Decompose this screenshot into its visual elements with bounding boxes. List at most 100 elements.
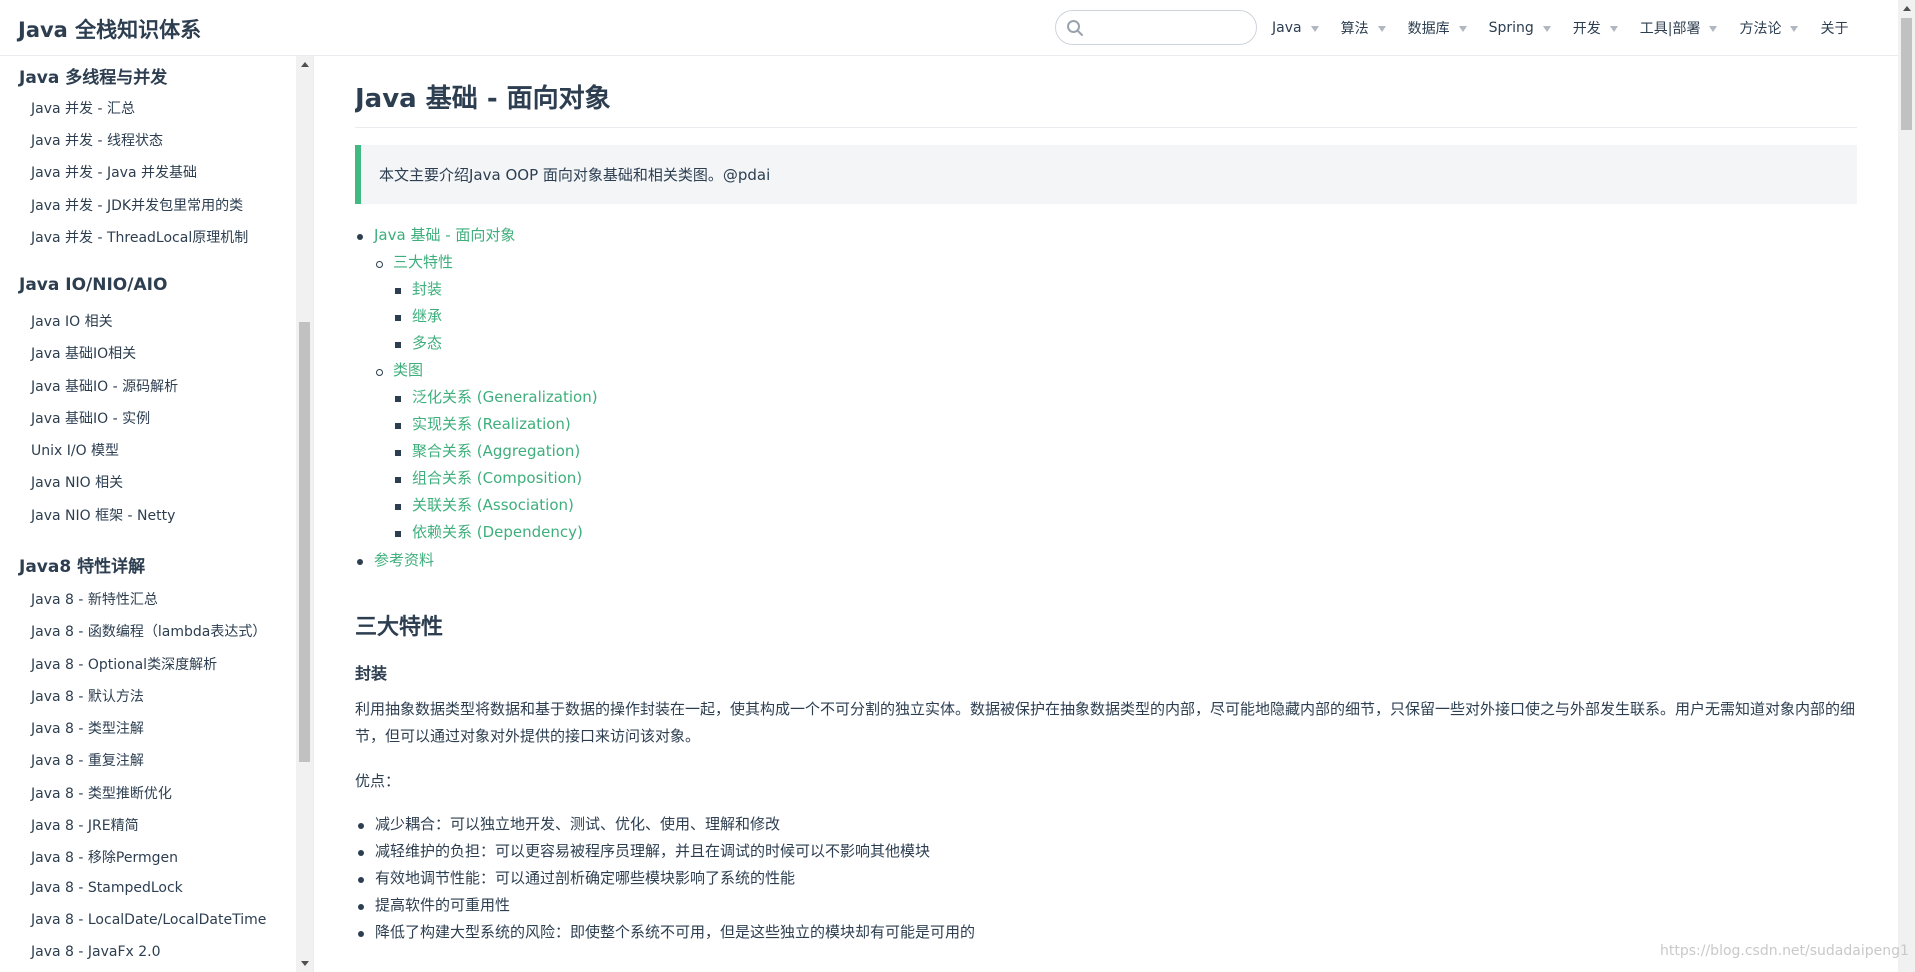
sidebar-item[interactable]: Java 8 - JavaFx 2.0 [31,944,161,960]
list-item: 有效地调节性能：可以通过剖析确定哪些模块影响了系统的性能 [375,869,796,887]
bullet-square-icon [395,396,401,402]
toc-item[interactable]: 实现关系 (Realization) [412,413,571,434]
nav-item-label: 算法 [1340,21,1369,37]
site-name[interactable]: Java 全栈知识体系 [18,14,201,44]
page-scrollbar[interactable] [1898,0,1915,972]
list-item: 减轻维护的负担：可以更容易被程序员理解，并且在调试的时候可以不影响其他模块 [375,842,931,860]
nav-item-label: 工具|部署 [1639,21,1701,37]
nav-item-label: 开发 [1572,21,1601,37]
bullet-square-icon [395,315,401,321]
sidebar-item[interactable]: Java 并发 - 线程状态 [31,130,163,150]
bullet-square-icon [395,504,401,510]
chevron-down-icon [1709,26,1718,32]
toc-item[interactable]: 泛化关系 (Generalization) [412,386,598,407]
sidebar-scrollbar-thumb[interactable] [299,322,310,762]
sidebar-item[interactable]: Java 8 - JRE精简 [31,815,139,835]
list-item: 降低了构建大型系统的风险：即使整个系统不可用，但是这些独立的模块却有可能是可用的 [375,923,976,941]
bullet-disc-icon [358,877,364,883]
sidebar-group-title[interactable]: Java 多线程与并发 [19,63,167,88]
bullet-disc-icon [357,234,363,240]
paragraph: 利用抽象数据类型将数据和基于数据的操作封装在一起，使其构成一个不可分割的独立实体… [355,700,1856,745]
bullet-disc-icon [358,850,364,856]
toc-item[interactable]: Java 基础 - 面向对象 [374,224,515,245]
tip-block: 本文主要介绍Java OOP 面向对象基础和相关类图。@pdai [355,145,1857,204]
chevron-down-icon [1609,26,1618,32]
search-input[interactable] [1090,16,1250,40]
top-navbar: Java 全栈知识体系 Java 算法 数据库 Spring 开发 工具|部署 … [0,0,1915,56]
scroll-up-arrow-icon[interactable] [301,62,309,67]
sidebar-group-title[interactable]: Java8 特性详解 [19,552,145,577]
nav-item-label: Spring [1488,20,1534,36]
toc-item[interactable]: 依赖关系 (Dependency) [412,521,583,542]
toc-item[interactable]: 聚合关系 (Aggregation) [412,440,580,461]
sidebar-item[interactable]: Java 基础IO - 实例 [31,408,150,428]
bullet-square-icon [395,531,401,537]
sidebar-item[interactable]: Java 8 - 类型注解 [31,718,144,738]
sidebar-item[interactable]: Java 8 - LocalDate/LocalDateTime [31,912,266,928]
sidebar-item[interactable]: Java 8 - Optional类深度解析 [31,654,217,674]
bullet-disc-icon [358,904,364,910]
bullet-square-icon [395,450,401,456]
sidebar-item[interactable]: Java IO 相关 [31,311,113,331]
nav-item-about[interactable]: 关于 [1820,18,1848,38]
sidebar-item[interactable]: Java 并发 - 汇总 [31,98,135,118]
nav-item-label: 方法论 [1739,21,1782,37]
nav-item-label: 关于 [1820,21,1849,37]
toc-item[interactable]: 类图 [393,359,423,380]
list-item: 减少耦合：可以独立地开发、测试、优化、使用、理解和修改 [375,815,781,833]
sidebar-group-title[interactable]: Java IO/NIO/AIO [19,275,167,295]
nav-item-java[interactable]: Java [1272,20,1319,36]
toc-item[interactable]: 参考资料 [374,549,434,570]
bullet-square-icon [395,477,401,483]
sidebar-item[interactable]: Java 基础IO - 源码解析 [31,376,178,396]
nav-item-database[interactable]: 数据库 [1408,18,1467,38]
sidebar-item[interactable]: Java NIO 相关 [31,472,123,492]
subsection-heading: 封装 [355,664,388,683]
toc-item[interactable]: 组合关系 (Composition) [412,467,582,488]
chevron-down-icon [1542,26,1551,32]
chevron-down-icon [1310,26,1319,32]
sidebar: Java 多线程与并发 Java 并发 - 汇总 Java 并发 - 线程状态 … [0,56,314,972]
nav-item-methodology[interactable]: 方法论 [1739,18,1799,38]
chevron-down-icon [1458,26,1467,32]
nav-item-spring[interactable]: Spring [1489,20,1551,36]
sidebar-item[interactable]: Java 8 - 移除Permgen [31,847,178,867]
scroll-down-arrow-icon[interactable] [301,961,309,966]
tip-text: 本文主要介绍Java OOP 面向对象基础和相关类图。@pdai [379,166,771,184]
title-divider [355,127,1857,128]
sidebar-item[interactable]: Java 8 - 重复注解 [31,750,144,770]
bullet-disc-icon [357,559,363,565]
nav-item-tools[interactable]: 工具|部署 [1640,18,1718,38]
sidebar-item[interactable]: Java 基础IO相关 [31,343,136,363]
bullet-disc-icon [358,823,364,829]
page-scrollbar-thumb[interactable] [1901,18,1912,130]
sidebar-item[interactable]: Java 8 - 类型推断优化 [31,783,172,803]
sidebar-item[interactable]: Java 并发 - Java 并发基础 [31,162,197,182]
sidebar-item[interactable]: Java NIO 框架 - Netty [31,505,175,525]
toc-item[interactable]: 继承 [412,305,442,326]
toc-item[interactable]: 封装 [412,278,442,299]
nav-item-label: Java [1272,20,1302,36]
sidebar-item[interactable]: Java 8 - 新特性汇总 [31,589,158,609]
sidebar-item[interactable]: Java 8 - StampedLock [31,880,183,896]
toc-item[interactable]: 三大特性 [393,251,453,272]
sidebar-item[interactable]: Java 并发 - JDK并发包里常用的类 [31,195,243,215]
toc-item[interactable]: 关联关系 (Association) [412,494,574,515]
scroll-up-arrow-icon[interactable] [1903,6,1911,11]
toc-item[interactable]: 多态 [412,332,442,353]
nav-item-development[interactable]: 开发 [1573,18,1618,38]
chevron-down-icon [1790,26,1799,32]
search-icon [1067,20,1083,36]
nav-links: Java 算法 数据库 Spring 开发 工具|部署 方法论 关于 [1272,0,1848,56]
sidebar-item[interactable]: Java 8 - 函数编程（lambda表达式） [31,621,266,641]
search-box[interactable] [1055,10,1257,45]
sidebar-item[interactable]: Unix I/O 模型 [31,440,119,460]
bullet-circle-icon [376,261,383,268]
sidebar-item[interactable]: Java 8 - 默认方法 [31,686,144,706]
bullet-square-icon [395,423,401,429]
nav-item-algorithms[interactable]: 算法 [1341,18,1386,38]
sidebar-item[interactable]: Java 并发 - ThreadLocal原理机制 [31,227,248,247]
page-title: Java 基础 - 面向对象 [355,84,611,114]
sidebar-scrollbar[interactable] [296,56,313,972]
bullet-circle-icon [376,369,383,376]
